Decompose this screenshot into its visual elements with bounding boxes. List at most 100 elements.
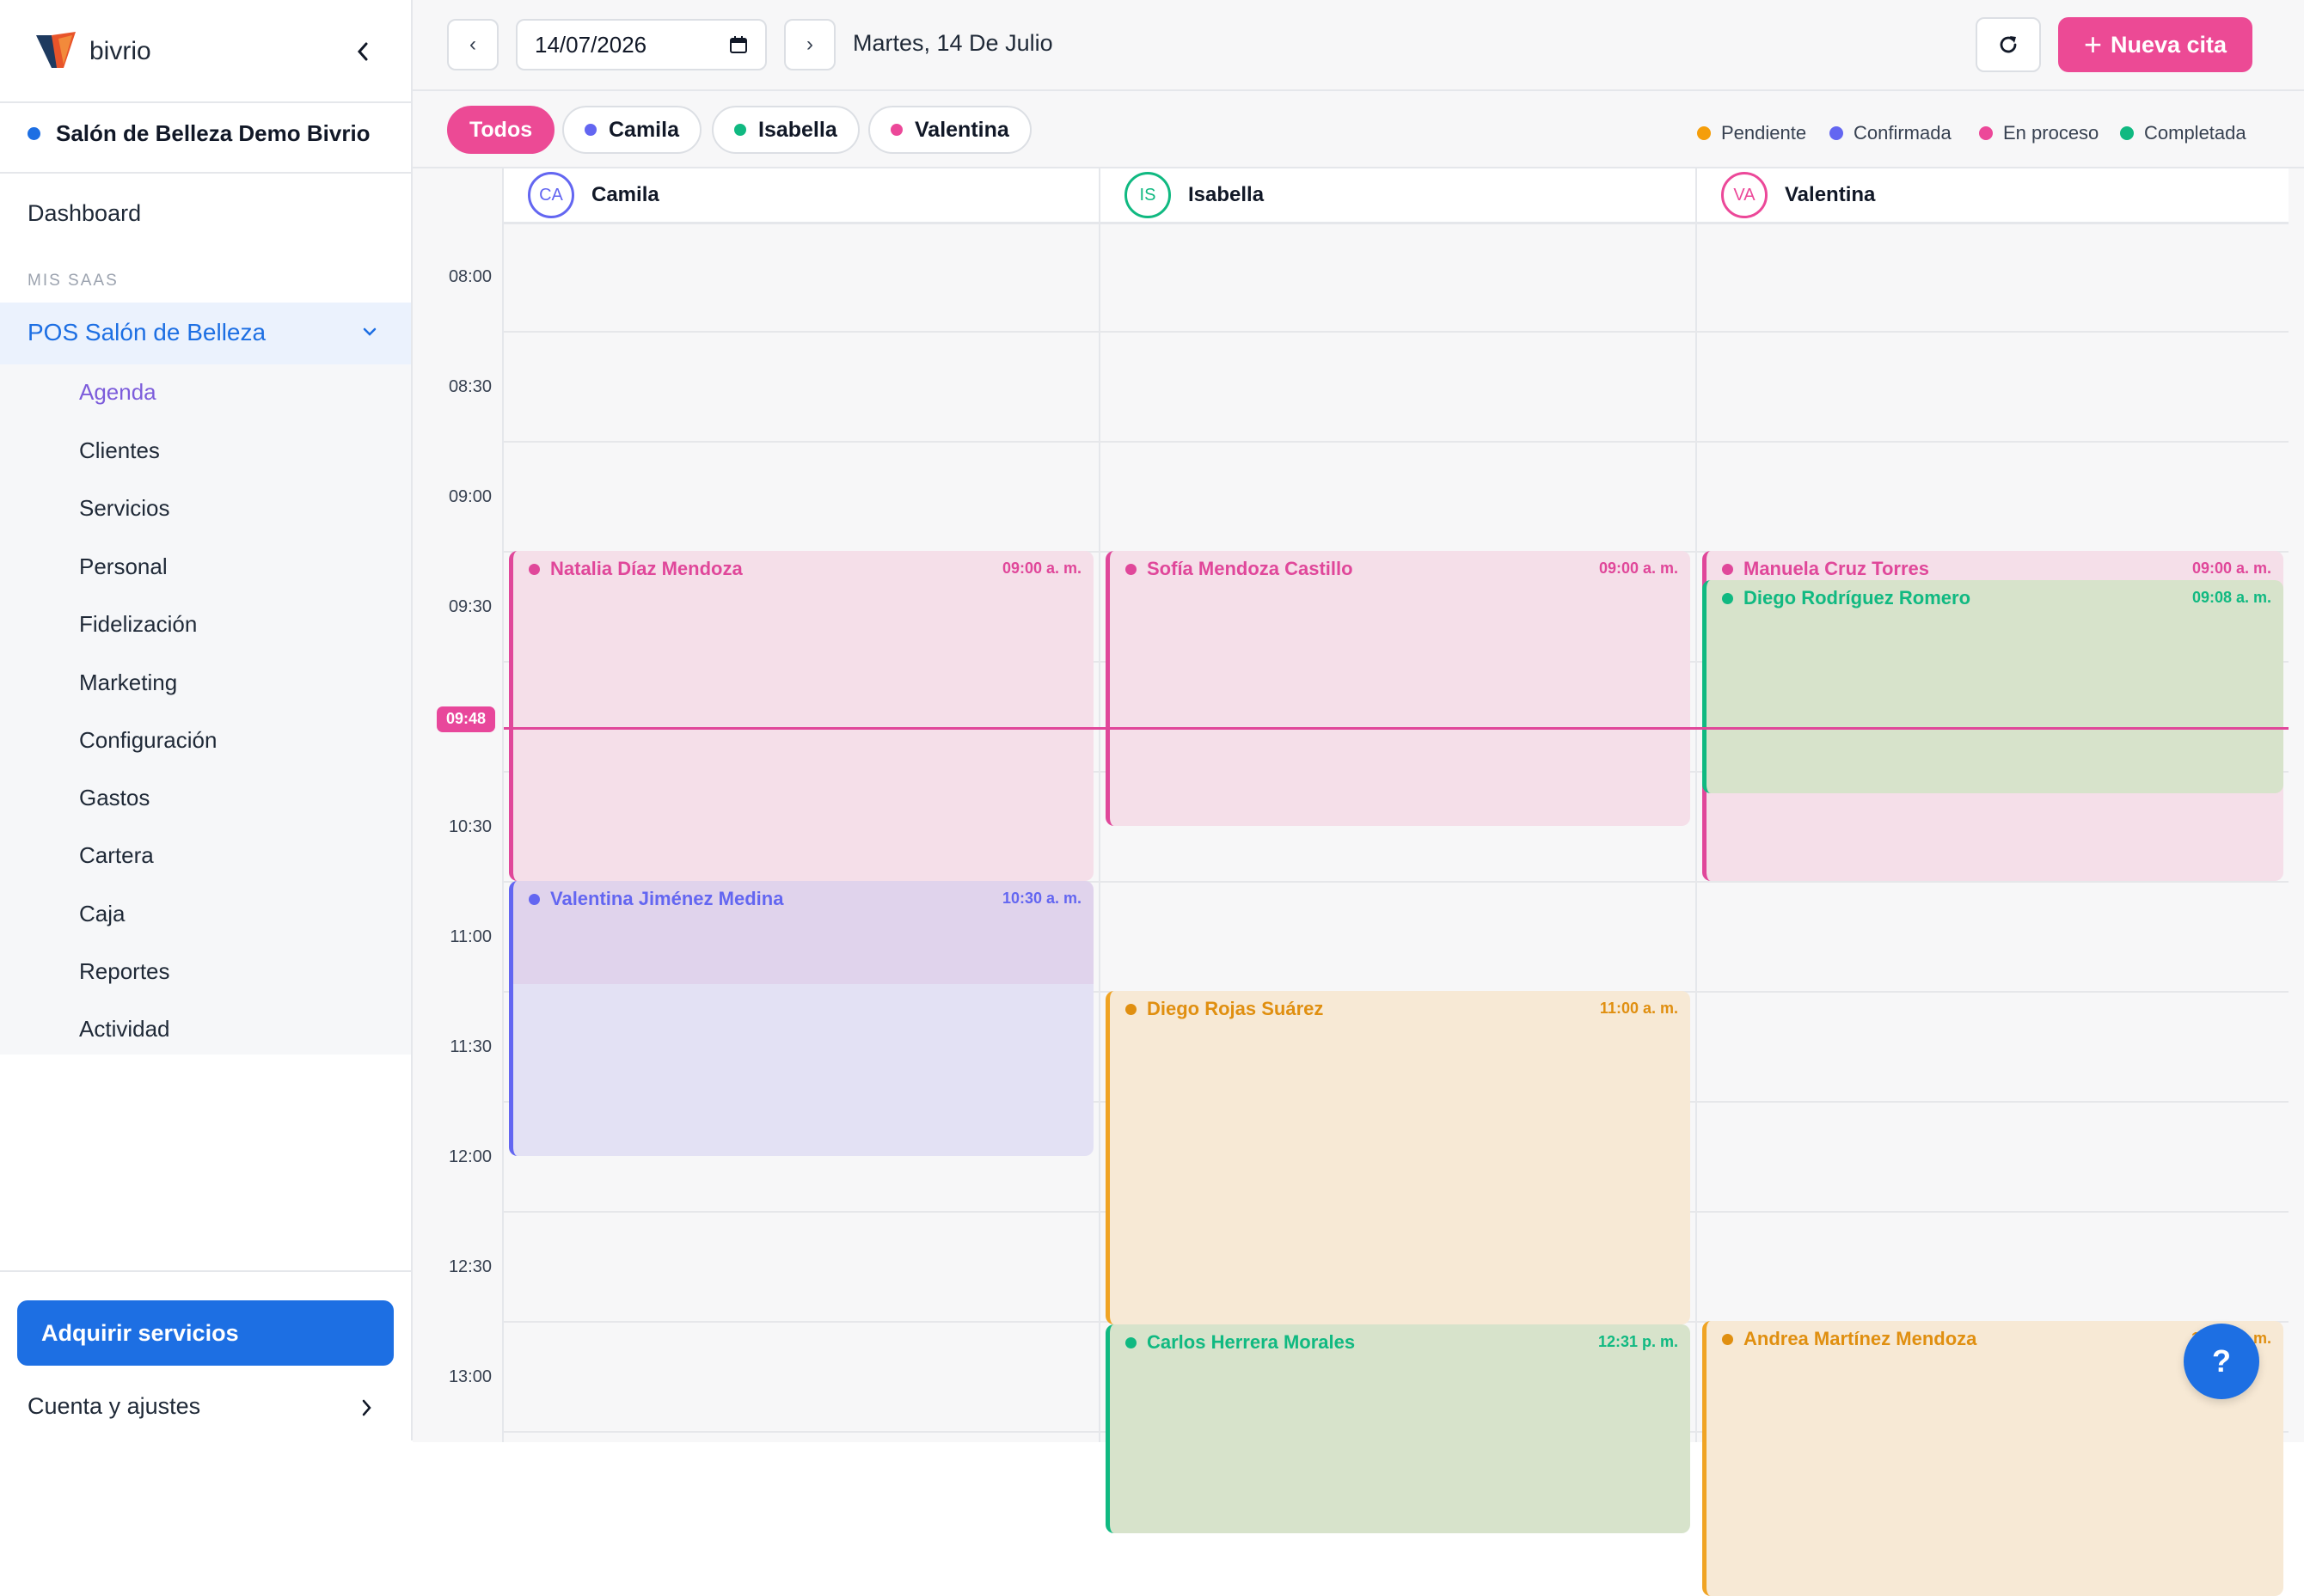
- appointment-client: Sofía Mendoza Castillo: [1125, 558, 1353, 580]
- sidebar-item-personal[interactable]: Personal: [79, 553, 168, 580]
- grid-line: [504, 441, 2289, 443]
- nav-group-label: POS Salón de Belleza: [28, 319, 267, 345]
- status-dot: [1722, 592, 1733, 604]
- column-separator: [1695, 168, 1697, 1442]
- appointment-card[interactable]: Diego Rodríguez Romero 09:08 a. m.: [1702, 580, 2283, 793]
- appointment-card[interactable]: Natalia Díaz Mendoza 09:00 a. m.: [509, 551, 1094, 881]
- sidebar-item-fidelizacion[interactable]: Fidelización: [79, 611, 197, 638]
- sidebar-item-clientes[interactable]: Clientes: [79, 437, 160, 464]
- appointment-client: Manuela Cruz Torres: [1722, 558, 1929, 580]
- filter-chip-camila[interactable]: Camila: [562, 106, 702, 154]
- appointment-client-name: Diego Rodríguez Romero: [1743, 587, 1971, 609]
- appointment-time: 10:30 a. m.: [1002, 890, 1082, 907]
- avatar: CA: [528, 172, 574, 218]
- appointment-card[interactable]: Diego Rojas Suárez 11:00 a. m.: [1106, 991, 1690, 1325]
- nav-dashboard[interactable]: Dashboard: [28, 200, 141, 227]
- status-dot: [529, 563, 540, 575]
- column-name: Isabella: [1188, 183, 1265, 206]
- appointment-client: Carlos Herrera Morales: [1125, 1331, 1355, 1354]
- time-label: 12:30: [448, 1257, 492, 1276]
- help-button[interactable]: ?: [2184, 1324, 2259, 1399]
- divider: [0, 172, 411, 174]
- status-dot: [1125, 563, 1137, 575]
- appointment-client: Andrea Martínez Mendoza: [1722, 1328, 1976, 1350]
- chevron-right-icon: [362, 1399, 371, 1416]
- sidebar-item-reportes[interactable]: Reportes: [79, 958, 170, 985]
- legend-dot: [1697, 126, 1711, 140]
- bivrio-logo-icon: [36, 32, 76, 68]
- brand-name: bivrio: [89, 37, 151, 65]
- next-day-button[interactable]: ›: [784, 19, 836, 70]
- appointment-client-name: Diego Rojas Suárez: [1147, 998, 1324, 1019]
- column-header-camila: CA Camila: [504, 168, 1099, 224]
- filter-chip-valentina[interactable]: Valentina: [868, 106, 1032, 154]
- staff-color-dot: [734, 124, 746, 136]
- appointment-client: Natalia Díaz Mendoza: [529, 558, 743, 580]
- time-label: 08:30: [448, 377, 492, 396]
- status-dot: [529, 893, 540, 905]
- appointment-time: 09:08 a. m.: [2191, 589, 2271, 607]
- chevron-left-icon: [357, 42, 368, 61]
- sidebar-item-gastos[interactable]: Gastos: [79, 785, 150, 811]
- sidebar-item-agenda[interactable]: Agenda: [79, 379, 156, 406]
- filter-chip-isabella[interactable]: Isabella: [712, 106, 860, 154]
- filter-chip-label: Valentina: [915, 117, 1009, 142]
- sidebar-item-cartera[interactable]: Cartera: [79, 842, 154, 869]
- tenant-status-dot: [28, 127, 40, 140]
- calendar-grid: 08:0008:3009:0009:3010:0010:3011:0011:30…: [413, 167, 2304, 1596]
- nav-section-label: MIS SAAS: [28, 272, 119, 290]
- sidebar: bivrio Salón de Belleza Demo Bivrio Dash…: [0, 0, 413, 1440]
- appointment-client-name: Valentina Jiménez Medina: [550, 888, 784, 909]
- date-value: 14/07/2026: [535, 31, 647, 58]
- status-dot: [1722, 1333, 1733, 1345]
- sidebar-item-servicios[interactable]: Servicios: [79, 495, 169, 522]
- appointment-client-name: Natalia Díaz Mendoza: [550, 558, 743, 579]
- time-label: 11:30: [450, 1037, 492, 1056]
- divider: [0, 101, 411, 103]
- status-dot: [1125, 1003, 1137, 1015]
- current-date-label: Martes, 14 De Julio: [853, 30, 1053, 56]
- staff-color-dot: [891, 124, 903, 136]
- appointment-card[interactable]: Valentina Jiménez Medina 10:30 a. m.: [509, 881, 1094, 1156]
- time-label: 13:00: [448, 1367, 492, 1386]
- nav-group-pos[interactable]: POS Salón de Belleza: [0, 303, 411, 364]
- appointment-client-name: Sofía Mendoza Castillo: [1147, 558, 1353, 579]
- collapse-sidebar-button[interactable]: [347, 33, 378, 70]
- sidebar-item-caja[interactable]: Caja: [79, 901, 125, 927]
- prev-day-button[interactable]: ‹: [447, 19, 499, 70]
- legend-completada: Completada: [2120, 122, 2246, 144]
- legend-dot: [2120, 126, 2134, 140]
- appointment-client: Diego Rojas Suárez: [1125, 998, 1323, 1020]
- main-area: ‹ 14/07/2026 › Martes, 14 De Julio + Nue…: [413, 0, 2304, 1596]
- tenant-name: Salón de Belleza Demo Bivrio: [56, 120, 371, 146]
- refresh-icon: [2000, 36, 2017, 53]
- appointment-time: 12:31 p. m.: [1597, 1333, 1678, 1351]
- column-separator: [1099, 168, 1100, 1442]
- sidebar-item-marketing[interactable]: Marketing: [79, 670, 177, 696]
- avatar: VA: [1721, 172, 1768, 218]
- new-appointment-label: Nueva cita: [2110, 31, 2227, 58]
- time-label: 08:00: [448, 267, 492, 286]
- filter-chip-label: Todos: [469, 117, 533, 142]
- legend-label: Pendiente: [1721, 122, 1807, 144]
- appointment-card[interactable]: Sofía Mendoza Castillo 09:00 a. m.: [1106, 551, 1690, 826]
- time-label: 12:00: [448, 1147, 492, 1166]
- sidebar-item-actividad[interactable]: Actividad: [79, 1016, 170, 1043]
- brand-logo[interactable]: bivrio: [33, 26, 151, 77]
- tenant-selector[interactable]: Salón de Belleza Demo Bivrio: [28, 120, 371, 147]
- appointment-client-name: Manuela Cruz Torres: [1743, 558, 1929, 579]
- refresh-button[interactable]: [1976, 17, 2041, 72]
- submenu-area: [0, 303, 411, 1055]
- date-input[interactable]: 14/07/2026: [516, 19, 767, 70]
- column-header-isabella: IS Isabella: [1100, 168, 1695, 224]
- appointment-card[interactable]: Carlos Herrera Morales 12:31 p. m.: [1106, 1324, 1690, 1534]
- legend-confirmada: Confirmada: [1829, 122, 1952, 144]
- account-settings-link[interactable]: Cuenta y ajustes: [28, 1393, 200, 1420]
- legend-dot: [1829, 126, 1843, 140]
- legend-en-proceso: En proceso: [1979, 122, 2099, 144]
- sidebar-item-configuracion[interactable]: Configuración: [79, 727, 217, 754]
- filter-chip-todos[interactable]: Todos: [447, 106, 555, 154]
- legend-label: Completada: [2144, 122, 2246, 144]
- acquire-services-button[interactable]: Adquirir servicios: [17, 1300, 394, 1366]
- new-appointment-button[interactable]: + Nueva cita: [2058, 17, 2252, 72]
